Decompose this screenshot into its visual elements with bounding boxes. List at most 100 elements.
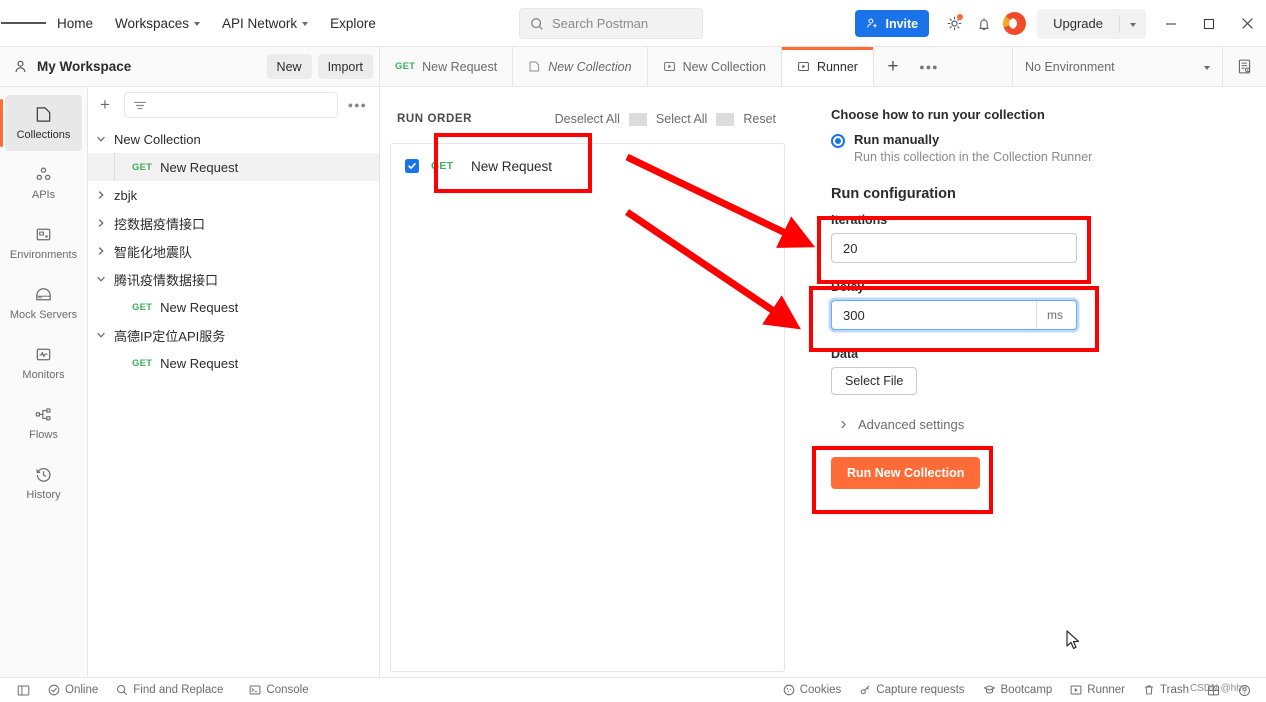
reset-button[interactable]: Reset	[734, 112, 785, 126]
cookies-button[interactable]: Cookies	[774, 678, 851, 702]
collections-sidebar: + ●●● New Collection GET New Request zbj…	[88, 87, 380, 677]
find-and-replace-button[interactable]: Find and Replace	[107, 678, 232, 702]
tab-new-collection-draft[interactable]: New Collection	[513, 47, 648, 86]
window-close-button[interactable]	[1228, 0, 1266, 47]
sidebar-item-environments[interactable]: Environments	[5, 215, 82, 271]
tree-request-new-request[interactable]: GET New Request	[88, 293, 379, 321]
import-button[interactable]: Import	[317, 54, 373, 79]
tree-label: New Request	[160, 355, 239, 371]
maximize-icon	[1203, 18, 1215, 29]
bootcamp-button[interactable]: Bootcamp	[974, 678, 1062, 702]
tree-collection-gaode-ip[interactable]: 高德IP定位API服务	[88, 321, 379, 349]
sidebar-item-mock-servers[interactable]: Mock Servers	[5, 275, 82, 331]
runner-button[interactable]: Runner	[1061, 678, 1134, 702]
user-avatar[interactable]	[999, 9, 1029, 39]
status-bar: Online Find and Replace Console Cookies …	[0, 677, 1266, 702]
tab-new-request[interactable]: GET New Request	[380, 47, 514, 86]
nav-explore[interactable]: Explore	[319, 8, 387, 38]
settings-button[interactable]	[939, 9, 969, 39]
request-checkbox[interactable]	[405, 159, 419, 173]
upgrade-dropdown-button[interactable]	[1120, 9, 1146, 39]
select-file-button[interactable]: Select File	[831, 367, 918, 395]
delay-input[interactable]: 300 ms	[831, 300, 1077, 330]
upgrade-button[interactable]: Upgrade	[1037, 9, 1119, 39]
window-maximize-button[interactable]	[1190, 0, 1228, 47]
online-status[interactable]: Online	[39, 678, 107, 702]
run-manually-option[interactable]: Run manually Run this collection in the …	[831, 132, 1266, 164]
request-method-label: GET	[431, 160, 454, 172]
add-collection-button[interactable]: +	[94, 94, 116, 116]
nav-workspaces-label: Workspaces	[115, 15, 190, 31]
person-icon	[15, 60, 26, 73]
sidebar-item-history[interactable]: History	[5, 455, 82, 511]
bell-icon	[979, 17, 989, 30]
window-minimize-button[interactable]	[1152, 0, 1190, 47]
delay-group: Delay 300 ms	[831, 280, 1266, 330]
sidebar-more-button[interactable]: ●●●	[346, 100, 369, 110]
trash-button[interactable]: Trash	[1134, 678, 1198, 702]
nav-api-network-label: API Network	[222, 15, 298, 31]
mock-servers-icon	[36, 288, 51, 301]
workspace-header: My Workspace New Import	[0, 47, 380, 86]
upgrade-label: Upgrade	[1053, 16, 1103, 31]
search-icon	[531, 17, 543, 30]
sidebar-item-monitors[interactable]: Monitors	[5, 335, 82, 391]
chevron-right-icon	[88, 190, 114, 200]
collections-tree: New Collection GET New Request zbjk 挖数据疫…	[88, 123, 379, 677]
runner-label: Runner	[1087, 684, 1126, 696]
iterations-input[interactable]: 20	[831, 233, 1077, 263]
chevron-down-icon	[88, 134, 114, 144]
new-tab-button[interactable]: +	[874, 47, 912, 86]
nav-workspaces[interactable]: Workspaces	[104, 8, 211, 38]
filter-icon	[134, 101, 146, 109]
environment-quick-look-button[interactable]	[1222, 47, 1266, 86]
tree-collection-new-collection[interactable]: New Collection	[88, 125, 379, 153]
sidebar-item-collections[interactable]: Collections	[0, 95, 82, 151]
tree-collection-txyqsjjk[interactable]: 腾讯疫情数据接口	[88, 265, 379, 293]
tree-request-new-request[interactable]: GET New Request	[88, 349, 379, 377]
tab-strip: GET New Request New Collection New Colle…	[380, 47, 1012, 86]
layout-toggle-button[interactable]	[1198, 678, 1229, 702]
new-button[interactable]: New	[266, 54, 312, 79]
sidebar-filter-input[interactable]	[124, 92, 338, 118]
notifications-button[interactable]	[969, 9, 999, 39]
help-button[interactable]	[1229, 678, 1260, 702]
cookies-label: Cookies	[799, 684, 842, 696]
nav-home[interactable]: Home	[46, 8, 104, 38]
deselect-all-button[interactable]: Deselect All	[546, 112, 629, 126]
capture-requests-button[interactable]: Capture requests	[850, 678, 973, 702]
run-configuration-heading: Run configuration	[831, 186, 956, 202]
tree-collection-wasjyqjk[interactable]: 挖数据疫情接口	[88, 209, 379, 237]
tree-collection-zbjk[interactable]: zbjk	[88, 181, 379, 209]
advanced-settings-toggle[interactable]: Advanced settings	[839, 417, 1266, 432]
tree-collection-znhdzd[interactable]: 智能化地震队	[88, 237, 379, 265]
tab-runner[interactable]: Runner	[781, 47, 874, 86]
top-bar: Home Workspaces API Network Explore Sear…	[0, 0, 1266, 47]
sidebar-toggle-button[interactable]	[8, 678, 39, 702]
select-all-button[interactable]: Select All	[647, 112, 716, 126]
nav-api-network[interactable]: API Network	[211, 8, 319, 38]
environment-selector[interactable]: No Environment	[1012, 47, 1222, 86]
run-collection-button[interactable]: Run New Collection	[831, 457, 981, 489]
search-input[interactable]: Search Postman	[519, 8, 703, 39]
chevron-right-icon	[88, 218, 114, 228]
run-manually-radio[interactable]	[831, 134, 845, 148]
chevron-down-icon	[1204, 65, 1210, 70]
tab-new-collection-runner[interactable]: New Collection	[648, 47, 782, 86]
tree-request-new-request[interactable]: GET New Request	[88, 153, 379, 181]
run-order-item[interactable]: GET New Request	[391, 144, 784, 188]
tree-label: New Request	[160, 299, 239, 315]
rail-label: Environments	[9, 249, 78, 261]
close-icon	[1241, 18, 1253, 29]
sidebar-item-flows[interactable]: Flows	[5, 395, 82, 451]
hamburger-menu-icon[interactable]	[0, 20, 46, 26]
run-manually-subtitle: Run this collection in the Collection Ru…	[854, 150, 1093, 164]
tab-options-button[interactable]: ●●●	[912, 47, 946, 86]
delay-value: 300	[843, 307, 865, 323]
sidebar-item-apis[interactable]: APIs	[5, 155, 82, 211]
console-button[interactable]: Console	[240, 678, 317, 702]
search-icon	[117, 685, 128, 695]
cookie-icon	[783, 684, 795, 696]
collection-icon	[529, 61, 540, 72]
invite-button[interactable]: Invite	[855, 10, 930, 37]
